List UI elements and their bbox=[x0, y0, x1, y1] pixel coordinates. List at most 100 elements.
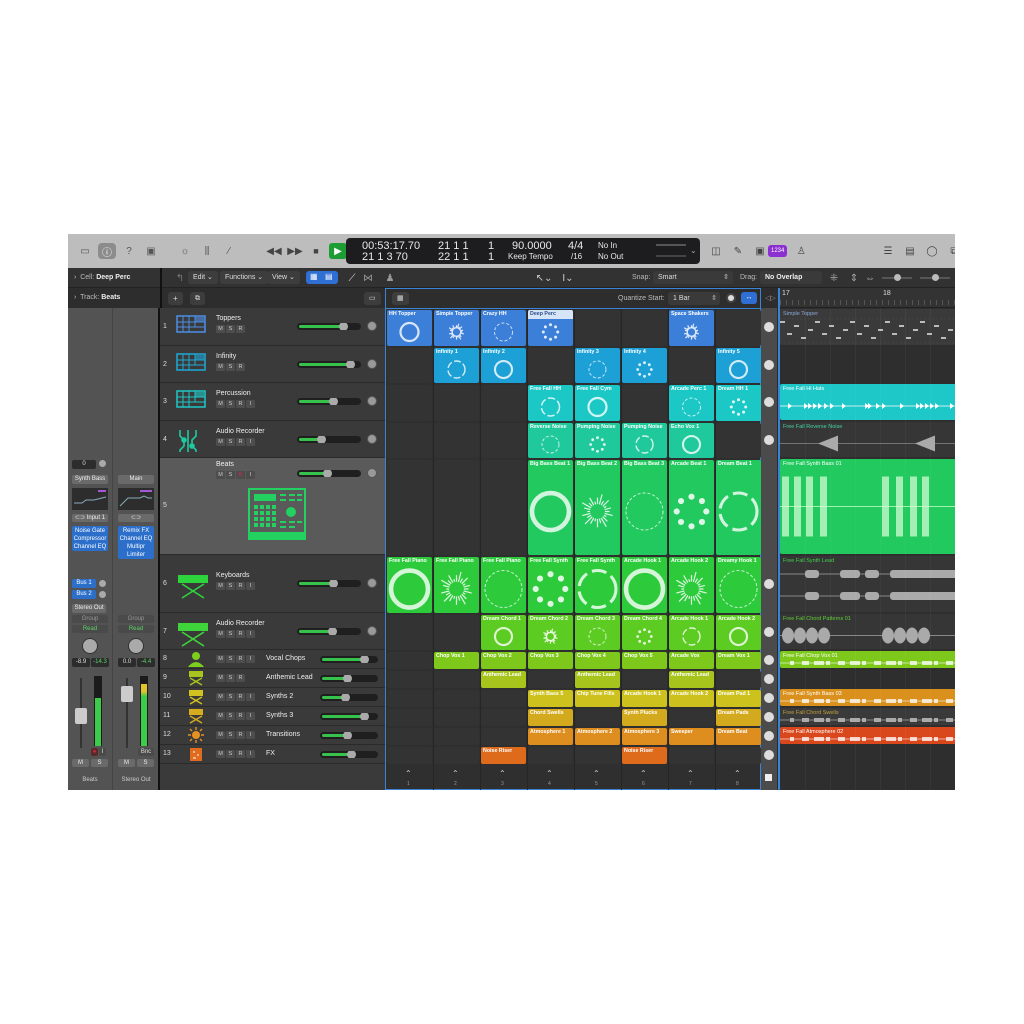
functions-menu[interactable]: Functions ⌄ bbox=[220, 271, 269, 284]
solo-button[interactable]: S bbox=[226, 655, 235, 663]
cell[interactable]: Anthemic Lead bbox=[669, 671, 714, 688]
scene-trigger-icon[interactable]: ⌃ bbox=[499, 769, 506, 778]
plugin-remix-fx[interactable]: Remix FX bbox=[118, 527, 154, 535]
plugin-multipressor[interactable]: Multipr bbox=[118, 543, 154, 551]
empty-cell[interactable] bbox=[481, 460, 526, 555]
ruler[interactable]: 17 18 bbox=[780, 288, 955, 308]
follow-icon[interactable]: ↔ bbox=[741, 292, 757, 304]
tracks-view-icon[interactable]: ▤ bbox=[325, 272, 333, 281]
volume-knob[interactable] bbox=[346, 361, 355, 368]
region[interactable]: Free Fall Chop Vox 01 bbox=[780, 651, 955, 668]
empty-cell[interactable] bbox=[387, 385, 432, 421]
track-stop-button[interactable] bbox=[764, 502, 774, 512]
empty-cell[interactable] bbox=[387, 709, 432, 726]
pan-knob[interactable] bbox=[367, 359, 377, 369]
cell[interactable]: Infinity 5 bbox=[716, 348, 761, 383]
volume-fader[interactable] bbox=[121, 686, 133, 702]
solo-button[interactable]: S bbox=[226, 693, 235, 701]
cell[interactable]: Free Fall Piano bbox=[387, 557, 432, 613]
record-button[interactable]: R bbox=[236, 325, 245, 333]
cell[interactable]: Arcade Hook 2 bbox=[669, 557, 714, 613]
region[interactable]: Free Fall Chord Swells bbox=[780, 708, 955, 725]
cell[interactable]: Dream Vox 1 bbox=[716, 652, 761, 669]
volume-knob[interactable] bbox=[360, 656, 369, 663]
cell[interactable]: Dream Pad 1 bbox=[716, 690, 761, 707]
quick-help-icon[interactable]: ? bbox=[120, 243, 138, 259]
play-button[interactable]: ▶ bbox=[329, 243, 347, 259]
empty-cell[interactable] bbox=[622, 310, 667, 346]
vertical-zoom-icon[interactable]: ⇕ bbox=[846, 270, 862, 286]
empty-cell[interactable] bbox=[434, 671, 479, 688]
cell[interactable]: Arcade Hook 2 bbox=[669, 690, 714, 707]
volume-slider[interactable] bbox=[297, 628, 361, 635]
setting-knob[interactable] bbox=[99, 460, 106, 467]
cell-settings-icon[interactable]: ▦ bbox=[392, 292, 409, 305]
cell[interactable]: Chop Vox 1 bbox=[434, 652, 479, 669]
track-stop-button[interactable] bbox=[764, 654, 774, 665]
eq-thumbnail[interactable] bbox=[118, 488, 154, 510]
empty-cell[interactable] bbox=[387, 423, 432, 458]
track-name[interactable]: Transitions bbox=[266, 731, 300, 738]
pan-knob[interactable] bbox=[367, 434, 377, 444]
empty-cell[interactable] bbox=[622, 385, 667, 421]
lcd-signature[interactable]: 4/4 bbox=[568, 240, 583, 252]
input-slot[interactable]: ⊂⊃ Input 1 bbox=[72, 514, 108, 522]
cell[interactable]: Atmosphere 1 bbox=[528, 728, 573, 745]
pan-knob[interactable] bbox=[82, 638, 98, 654]
cell[interactable]: Noise Riser bbox=[622, 747, 667, 764]
scene-trigger-icon[interactable]: ⌃ bbox=[405, 769, 412, 778]
track-stop-button[interactable] bbox=[764, 730, 774, 741]
horizontal-zoom-icon[interactable]: ⇔ bbox=[862, 270, 878, 286]
lcd-division[interactable]: /16 bbox=[571, 252, 582, 261]
mute-button[interactable]: M bbox=[216, 582, 225, 590]
empty-cell[interactable] bbox=[669, 709, 714, 726]
browser-icon[interactable]: ⧉ bbox=[946, 243, 955, 259]
empty-cell[interactable] bbox=[434, 460, 479, 555]
empty-cell[interactable] bbox=[387, 671, 432, 688]
mute-button[interactable]: M bbox=[216, 363, 225, 371]
scene-trigger-icon[interactable]: ⌃ bbox=[734, 769, 741, 778]
empty-cell[interactable] bbox=[387, 460, 432, 555]
volume-slider[interactable] bbox=[320, 751, 378, 758]
add-track-button[interactable]: + bbox=[168, 292, 183, 305]
cell[interactable]: Big Bass Beat 2 bbox=[575, 460, 620, 555]
mute-button[interactable]: M bbox=[216, 325, 225, 333]
horizontal-zoom-slider[interactable] bbox=[920, 274, 950, 281]
cell[interactable]: Dream Pads bbox=[716, 709, 761, 726]
scene-trigger-icon[interactable]: ⌃ bbox=[452, 769, 459, 778]
cell[interactable]: Infinity 2 bbox=[481, 348, 526, 383]
cell[interactable]: Pumping Noise bbox=[575, 423, 620, 458]
view-toggle[interactable]: ▦ ▤ bbox=[306, 271, 338, 284]
cell[interactable]: Echo Vox 1 bbox=[669, 423, 714, 458]
zoom-fit-icon[interactable]: ⁜ bbox=[826, 270, 842, 286]
cell[interactable]: Arcade Beat 1 bbox=[669, 460, 714, 555]
divider-handle-icon[interactable]: ◁▷ bbox=[765, 294, 776, 302]
cell[interactable]: Crazy HH bbox=[481, 310, 526, 346]
view-menu[interactable]: View ⌄ bbox=[267, 271, 300, 284]
empty-cell[interactable] bbox=[716, 671, 761, 688]
input-monitor-button[interactable]: I bbox=[246, 731, 255, 739]
solo-button[interactable]: S bbox=[226, 731, 235, 739]
solo-button[interactable]: S bbox=[91, 759, 108, 767]
track-name[interactable]: Infinity bbox=[216, 353, 236, 360]
cell[interactable]: Synth Plucks bbox=[622, 709, 667, 726]
track-header-6[interactable]: 6 Keyboards M S R I bbox=[160, 555, 385, 613]
cell[interactable]: Simple Topper bbox=[434, 310, 479, 346]
setting-button[interactable]: Main bbox=[118, 475, 154, 484]
record-button[interactable]: R bbox=[236, 655, 245, 663]
volume-slider[interactable] bbox=[320, 675, 378, 682]
quantize-select[interactable]: 1 Bar ⇳ bbox=[668, 292, 720, 305]
plugin-noise-gate[interactable]: Noise Gate bbox=[72, 527, 108, 535]
volume-knob[interactable] bbox=[339, 323, 348, 330]
edit-menu[interactable]: Edit ⌄ bbox=[188, 271, 218, 284]
solo-button[interactable]: S bbox=[226, 325, 235, 333]
lcd-input[interactable]: No In bbox=[598, 241, 617, 250]
scene-trigger-icon[interactable]: ⌃ bbox=[687, 769, 694, 778]
editors-icon[interactable]: ⁄ bbox=[220, 243, 238, 259]
cell[interactable]: Anthemic Lead bbox=[575, 671, 620, 688]
region[interactable]: Free Fall Chord Patterns 01 bbox=[780, 614, 955, 649]
empty-cell[interactable] bbox=[434, 690, 479, 707]
empty-cell[interactable] bbox=[434, 615, 479, 650]
plugin-compressor[interactable]: Compressor bbox=[72, 535, 108, 543]
input-monitor-button[interactable]: I bbox=[246, 471, 255, 479]
